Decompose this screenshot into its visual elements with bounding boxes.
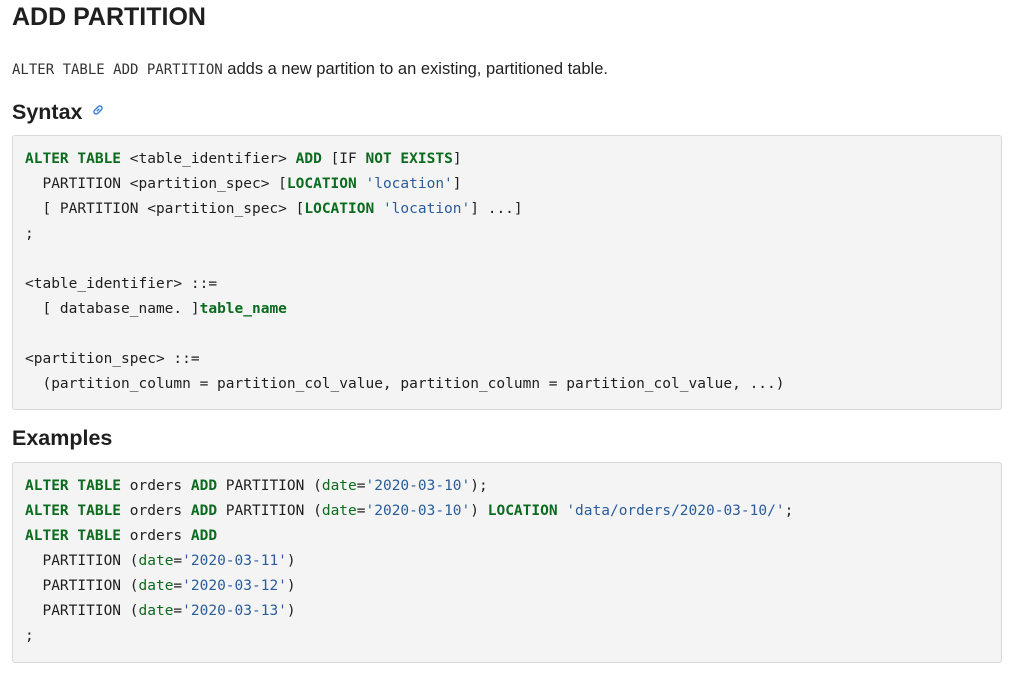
page-title: ADD PARTITION bbox=[12, 3, 206, 31]
syntax-code-line: PARTITION <partition_spec> [LOCATION 'lo… bbox=[25, 172, 989, 197]
code-token: = bbox=[173, 603, 183, 619]
code-token: = bbox=[173, 553, 183, 569]
example-code-line: PARTITION (date='2020-03-12') bbox=[25, 574, 989, 599]
code-token: = bbox=[356, 503, 366, 519]
code-token: PARTITION ( bbox=[217, 478, 322, 494]
code-token: PARTITION <partition_spec> [ bbox=[25, 176, 287, 192]
code-token: ADD bbox=[295, 151, 322, 167]
code-token: <table_identifier> ::= bbox=[25, 276, 218, 292]
code-token: ADD bbox=[190, 503, 218, 519]
code-token: PARTITION ( bbox=[25, 578, 139, 594]
code-token: ALTER TABLE bbox=[25, 151, 122, 167]
code-token: date bbox=[138, 578, 174, 594]
code-token: (partition_column = partition_col_value,… bbox=[25, 376, 785, 392]
link-icon[interactable] bbox=[91, 97, 105, 123]
intro-text: adds a new partition to an existing, par… bbox=[222, 60, 608, 78]
code-token: ] bbox=[452, 151, 462, 167]
syntax-code-line: <partition_spec> ::= bbox=[25, 347, 989, 372]
code-token: ADD bbox=[190, 478, 218, 494]
syntax-code-line bbox=[25, 247, 989, 272]
code-token: ; bbox=[25, 226, 34, 242]
syntax-code-line: ; bbox=[25, 222, 989, 247]
code-token: ALTER TABLE bbox=[25, 503, 122, 519]
code-token: ) bbox=[286, 553, 296, 569]
code-token: ); bbox=[470, 478, 488, 494]
syntax-code-line: [ database_name. ]table_name bbox=[25, 297, 989, 322]
syntax-code-line: [ PARTITION <partition_spec> [LOCATION '… bbox=[25, 197, 989, 222]
code-token: ) bbox=[286, 603, 296, 619]
code-token: = bbox=[356, 478, 366, 494]
link-icon-svg bbox=[92, 105, 103, 115]
syntax-code-block: ALTER TABLE <table_identifier> ADD [IF N… bbox=[12, 135, 1002, 410]
code-token: PARTITION ( bbox=[217, 503, 322, 519]
code-token: date bbox=[138, 603, 174, 619]
example-code-line: PARTITION (date='2020-03-13') bbox=[25, 599, 989, 624]
code-token: '2020-03-11' bbox=[182, 553, 287, 569]
syntax-code-line: <table_identifier> ::= bbox=[25, 272, 989, 297]
code-token: ] ...] bbox=[470, 201, 523, 217]
code-token: ) bbox=[286, 578, 296, 594]
syntax-code-line: ALTER TABLE <table_identifier> ADD [IF N… bbox=[25, 147, 989, 172]
code-token: '2020-03-12' bbox=[182, 578, 287, 594]
code-token: orders bbox=[121, 478, 191, 494]
code-token: 'location' bbox=[382, 201, 471, 217]
code-token: LOCATION bbox=[286, 176, 357, 192]
code-token: date bbox=[321, 478, 357, 494]
syntax-heading: Syntax bbox=[12, 97, 105, 125]
example-code-line: ALTER TABLE orders ADD bbox=[25, 524, 989, 549]
code-token: date bbox=[321, 503, 357, 519]
example-code-line: ; bbox=[25, 624, 989, 649]
code-token: [IF bbox=[321, 151, 366, 167]
code-token: ] bbox=[452, 176, 462, 192]
code-token: <table_identifier> bbox=[121, 151, 296, 167]
example-code-line: ALTER TABLE orders ADD PARTITION (date='… bbox=[25, 499, 989, 524]
intro-paragraph: ALTER TABLE ADD PARTITION adds a new par… bbox=[12, 58, 608, 81]
example-code-line: ALTER TABLE orders ADD PARTITION (date='… bbox=[25, 474, 989, 499]
syntax-code-line bbox=[25, 322, 989, 347]
code-token: orders bbox=[121, 503, 191, 519]
code-token: PARTITION ( bbox=[25, 553, 139, 569]
code-token: '2020-03-10' bbox=[365, 503, 471, 519]
code-token: table_name bbox=[199, 301, 287, 317]
code-token: [ PARTITION <partition_spec> [ bbox=[25, 201, 305, 217]
code-token: '2020-03-13' bbox=[182, 603, 287, 619]
code-token: ; bbox=[25, 628, 34, 644]
code-token: ALTER TABLE bbox=[25, 528, 122, 544]
code-token: ALTER TABLE bbox=[25, 478, 122, 494]
examples-code-block: ALTER TABLE orders ADD PARTITION (date='… bbox=[12, 462, 1002, 663]
code-token: ) bbox=[470, 503, 488, 519]
code-token: date bbox=[138, 553, 174, 569]
code-token: '2020-03-10' bbox=[365, 478, 471, 494]
code-token: ; bbox=[784, 503, 794, 519]
code-token: PARTITION ( bbox=[25, 603, 139, 619]
code-token: 'data/orders/2020-03-10/' bbox=[566, 503, 785, 519]
syntax-code-line: (partition_column = partition_col_value,… bbox=[25, 372, 989, 397]
code-token: ADD bbox=[190, 528, 218, 544]
intro-code: ALTER TABLE ADD PARTITION bbox=[12, 62, 223, 78]
code-token: [ database_name. ] bbox=[25, 301, 200, 317]
code-token: LOCATION bbox=[304, 201, 375, 217]
code-token: 'location' bbox=[365, 176, 453, 192]
examples-heading: Examples bbox=[12, 426, 113, 450]
syntax-heading-text: Syntax bbox=[12, 100, 83, 124]
example-code-line: PARTITION (date='2020-03-11') bbox=[25, 549, 989, 574]
code-token: orders bbox=[121, 528, 191, 544]
code-token: = bbox=[173, 578, 183, 594]
code-token: <partition_spec> ::= bbox=[25, 351, 200, 367]
code-token: LOCATION bbox=[487, 503, 558, 519]
code-token: NOT EXISTS bbox=[365, 151, 453, 167]
